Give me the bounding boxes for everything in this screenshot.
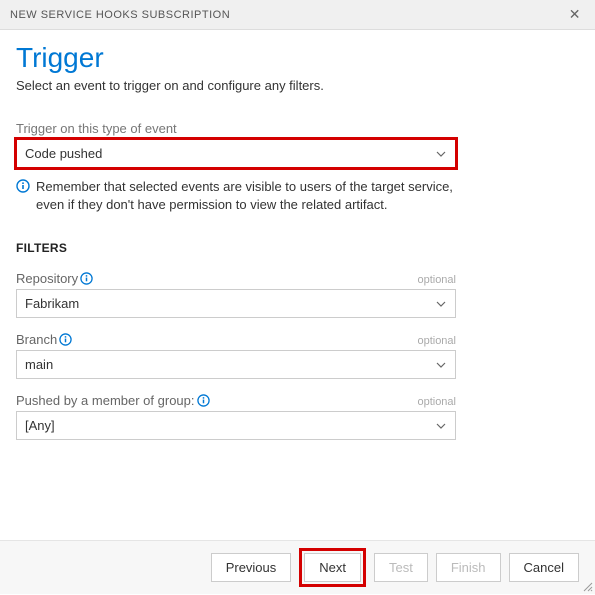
group-value: [Any] (25, 418, 55, 433)
repository-field: Repository optional Fabrikam (16, 271, 579, 318)
optional-label: optional (417, 335, 456, 347)
cancel-button[interactable]: Cancel (509, 553, 579, 582)
dialog-titlebar: NEW SERVICE HOOKS SUBSCRIPTION ✕ (0, 0, 595, 30)
chevron-down-icon (435, 359, 447, 371)
branch-field: Branch optional main (16, 332, 579, 379)
optional-label: optional (417, 274, 456, 286)
filters-heading: FILTERS (16, 241, 579, 255)
repository-label: Repository (16, 271, 78, 286)
resize-grip-icon[interactable] (581, 580, 593, 592)
help-icon[interactable] (80, 272, 93, 285)
branch-dropdown[interactable]: main (16, 350, 456, 379)
chevron-down-icon (435, 298, 447, 310)
event-type-value: Code pushed (25, 146, 102, 161)
info-text: Remember that selected events are visibl… (36, 178, 456, 213)
test-button: Test (374, 553, 428, 582)
group-label: Pushed by a member of group: (16, 393, 195, 408)
dialog-footer: Previous Next Test Finish Cancel (0, 540, 595, 594)
branch-value: main (25, 357, 53, 372)
branch-label: Branch (16, 332, 57, 347)
dialog-title: NEW SERVICE HOOKS SUBSCRIPTION (10, 9, 230, 21)
group-dropdown[interactable]: [Any] (16, 411, 456, 440)
repository-value: Fabrikam (25, 296, 79, 311)
info-message: Remember that selected events are visibl… (16, 178, 456, 213)
finish-button: Finish (436, 553, 501, 582)
group-field: Pushed by a member of group: optional [A… (16, 393, 579, 440)
chevron-down-icon (435, 148, 447, 160)
page-title: Trigger (16, 42, 579, 74)
next-button[interactable]: Next (304, 553, 361, 582)
event-type-label: Trigger on this type of event (16, 121, 579, 136)
info-icon (16, 179, 30, 196)
repository-dropdown[interactable]: Fabrikam (16, 289, 456, 318)
previous-button[interactable]: Previous (211, 553, 292, 582)
chevron-down-icon (435, 420, 447, 432)
close-icon[interactable]: ✕ (565, 6, 585, 23)
help-icon[interactable] (197, 394, 210, 407)
next-button-highlight: Next (299, 548, 366, 587)
optional-label: optional (417, 396, 456, 408)
help-icon[interactable] (59, 333, 72, 346)
dialog-content: Trigger Select an event to trigger on an… (0, 30, 595, 440)
event-type-dropdown[interactable]: Code pushed (16, 139, 456, 168)
page-subtitle: Select an event to trigger on and config… (16, 78, 579, 93)
